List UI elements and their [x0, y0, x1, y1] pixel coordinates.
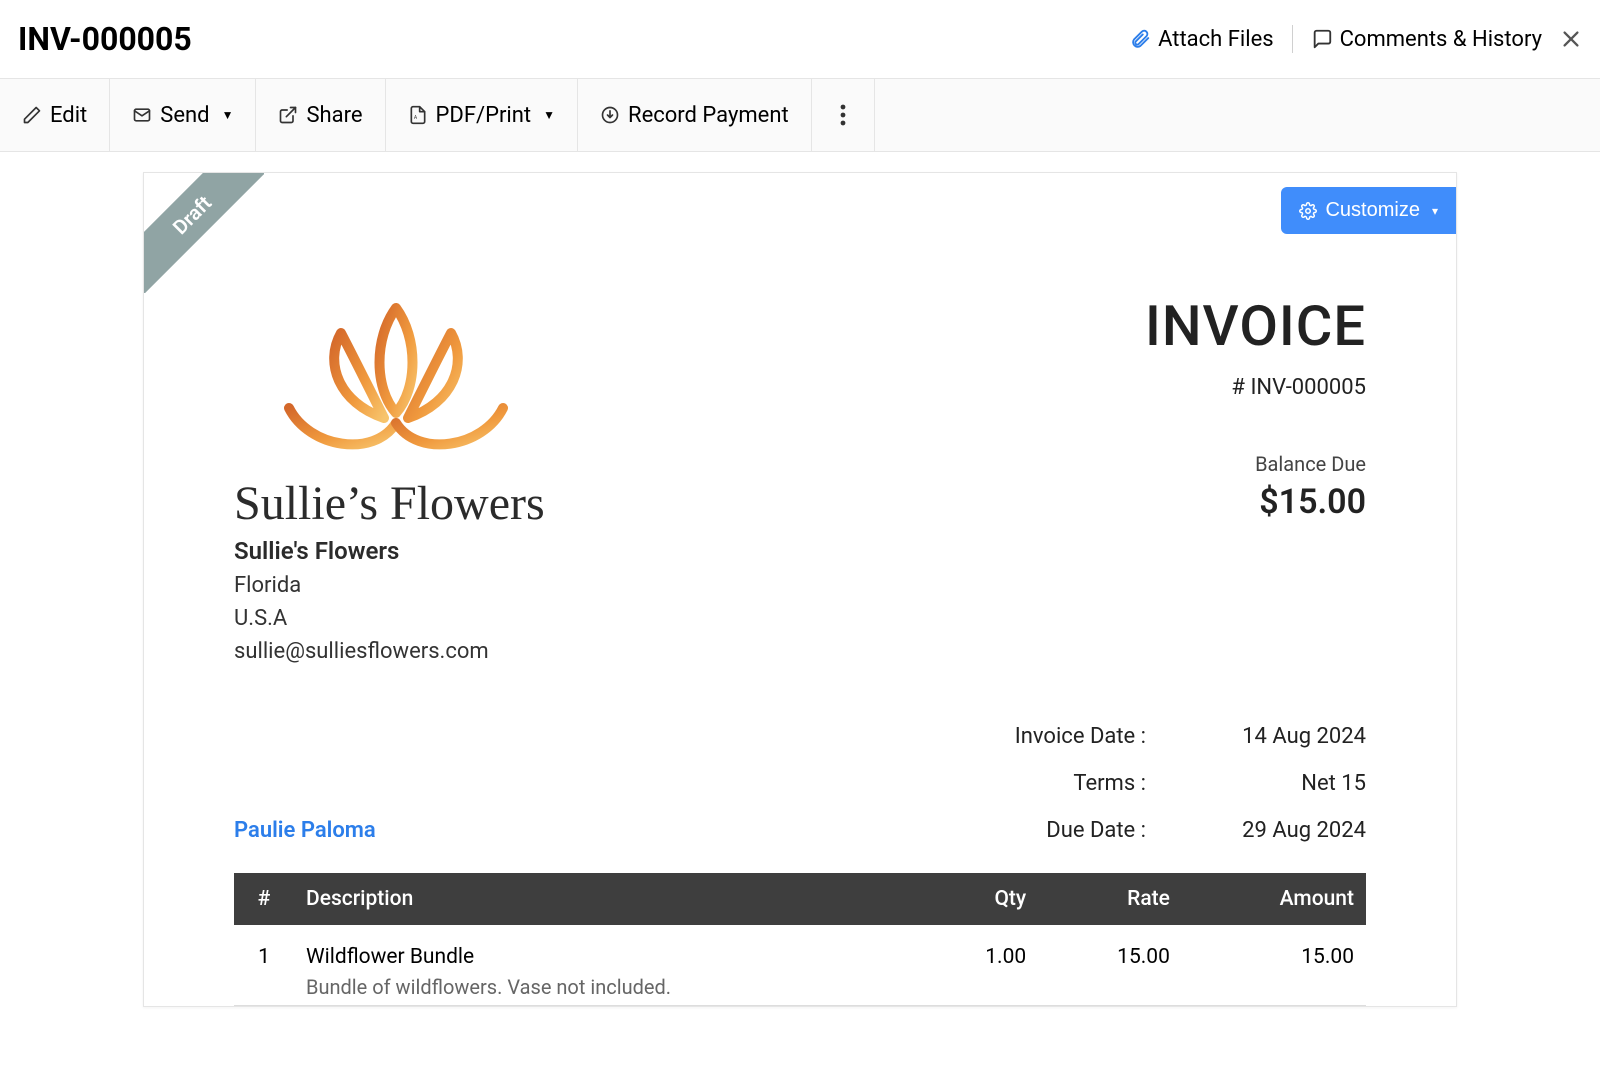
- col-amount: Amount: [1182, 873, 1366, 925]
- balance-due-amount: $15.00: [1145, 482, 1366, 522]
- table-header-row: # Description Qty Rate Amount: [234, 873, 1366, 925]
- customize-button[interactable]: Customize ▾: [1281, 187, 1456, 234]
- invoice-document: Draft Customize ▾: [143, 172, 1457, 1007]
- line-items-table: # Description Qty Rate Amount 1 Wildflow…: [234, 873, 1366, 1006]
- document-body: Sullie’s Flowers Sullie's Flowers Florid…: [144, 173, 1456, 1006]
- share-label: Share: [306, 103, 362, 128]
- pdf-print-label: PDF/Print: [436, 103, 532, 128]
- pencil-icon: [22, 105, 42, 125]
- item-name: Wildflower Bundle: [306, 945, 905, 969]
- cell-amount: 15.00: [1182, 925, 1366, 1006]
- document-area: Draft Customize ▾: [0, 152, 1600, 1007]
- send-label: Send: [160, 103, 209, 128]
- more-button[interactable]: [812, 79, 875, 151]
- invoice-title-block: INVOICE # INV-000005 Balance Due $15.00: [1145, 293, 1366, 522]
- svg-text:A: A: [413, 115, 417, 121]
- draft-ribbon-label: Draft: [144, 173, 264, 293]
- col-qty: Qty: [917, 873, 1039, 925]
- divider: [1292, 25, 1293, 53]
- share-button[interactable]: Share: [256, 79, 385, 151]
- item-desc: Bundle of wildflowers. Vase not included…: [306, 975, 905, 999]
- company-country: U.S.A: [234, 606, 545, 631]
- due-date-label: Due Date :: [956, 818, 1146, 843]
- meta-table: Invoice Date : 14 Aug 2024 Terms : Net 1…: [956, 724, 1366, 843]
- company-script-name: Sullie’s Flowers: [234, 476, 545, 531]
- col-description: Description: [294, 873, 917, 925]
- cell-qty: 1.00: [917, 925, 1039, 1006]
- pdf-icon: A: [408, 105, 428, 125]
- company-email: sullie@sulliesflowers.com: [234, 639, 545, 664]
- mail-icon: [132, 105, 152, 125]
- col-num: #: [234, 873, 294, 925]
- bill-to-link[interactable]: Paulie Paloma: [234, 818, 376, 843]
- page-header: INV-000005 Attach Files Comments & Histo…: [0, 0, 1600, 78]
- record-payment-button[interactable]: Record Payment: [578, 79, 812, 151]
- page-title: INV-000005: [18, 20, 192, 58]
- pdf-print-button[interactable]: A PDF/Print ▼: [386, 79, 578, 151]
- comment-icon: [1311, 28, 1333, 50]
- more-vertical-icon: [840, 104, 846, 126]
- meta-row: Paulie Paloma Invoice Date : 14 Aug 2024…: [234, 724, 1366, 843]
- col-rate: Rate: [1038, 873, 1182, 925]
- gear-icon: [1299, 202, 1317, 220]
- attach-files-button[interactable]: Attach Files: [1129, 27, 1274, 52]
- document-header: Sullie’s Flowers Sullie's Flowers Florid…: [234, 293, 1366, 664]
- paperclip-icon: [1129, 28, 1151, 50]
- close-icon: [1560, 28, 1582, 50]
- attach-files-label: Attach Files: [1158, 27, 1274, 52]
- cell-description: Wildflower Bundle Bundle of wildflowers.…: [294, 925, 917, 1006]
- chevron-down-icon: ▼: [543, 108, 555, 122]
- table-row: 1 Wildflower Bundle Bundle of wildflower…: [234, 925, 1366, 1006]
- toolbar: Edit Send ▼ Share A PDF/Print ▼ Record P…: [0, 78, 1600, 152]
- record-payment-label: Record Payment: [628, 103, 789, 128]
- company-name: Sullie's Flowers: [234, 537, 545, 565]
- company-block: Sullie’s Flowers Sullie's Flowers Florid…: [234, 293, 545, 664]
- invoice-title: INVOICE: [1145, 293, 1366, 359]
- terms-value: Net 15: [1206, 771, 1366, 796]
- company-logo: [269, 293, 524, 468]
- close-button[interactable]: [1560, 28, 1582, 50]
- edit-button[interactable]: Edit: [0, 79, 110, 151]
- chevron-down-icon: ▼: [222, 108, 234, 122]
- comments-history-button[interactable]: Comments & History: [1311, 27, 1542, 52]
- header-actions: Attach Files Comments & History: [1129, 25, 1582, 53]
- record-payment-icon: [600, 105, 620, 125]
- draft-ribbon: Draft: [144, 173, 264, 293]
- terms-label: Terms :: [956, 771, 1146, 796]
- send-button[interactable]: Send ▼: [110, 79, 256, 151]
- invoice-number: # INV-000005: [1145, 375, 1366, 400]
- company-region: Florida: [234, 573, 545, 598]
- comments-history-label: Comments & History: [1340, 27, 1542, 52]
- invoice-date-label: Invoice Date :: [956, 724, 1146, 749]
- invoice-date-value: 14 Aug 2024: [1206, 724, 1366, 749]
- cell-num: 1: [234, 925, 294, 1006]
- chevron-down-icon: ▾: [1432, 204, 1438, 218]
- cell-rate: 15.00: [1038, 925, 1182, 1006]
- balance-due-label: Balance Due: [1145, 452, 1366, 476]
- customize-label: Customize: [1325, 199, 1419, 222]
- share-icon: [278, 105, 298, 125]
- due-date-value: 29 Aug 2024: [1206, 818, 1366, 843]
- edit-label: Edit: [50, 103, 87, 128]
